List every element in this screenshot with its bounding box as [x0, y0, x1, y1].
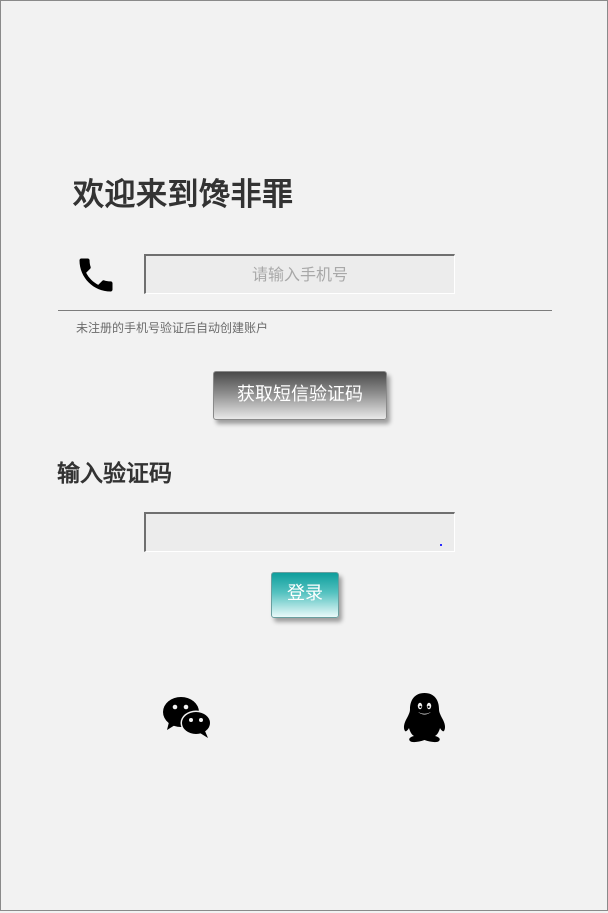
input-caret [440, 544, 442, 546]
qq-icon[interactable] [399, 691, 450, 743]
phone-icon [79, 258, 113, 292]
login-button[interactable]: 登录 [271, 572, 339, 618]
registration-hint: 未注册的手机号验证后自动创建账户 [76, 321, 269, 335]
welcome-title: 欢迎来到馋非罪 [73, 177, 294, 213]
verification-code-input[interactable] [144, 512, 455, 552]
code-section-title: 输入验证码 [57, 461, 172, 487]
app-window: 欢迎来到馋非罪 未注册的手机号验证后自动创建账户 获取短信验证码 输入验证码 登… [0, 0, 608, 911]
phone-divider [58, 310, 552, 311]
get-sms-code-button[interactable]: 获取短信验证码 [213, 371, 387, 420]
wechat-icon[interactable] [162, 695, 212, 739]
phone-number-input[interactable] [144, 254, 455, 294]
